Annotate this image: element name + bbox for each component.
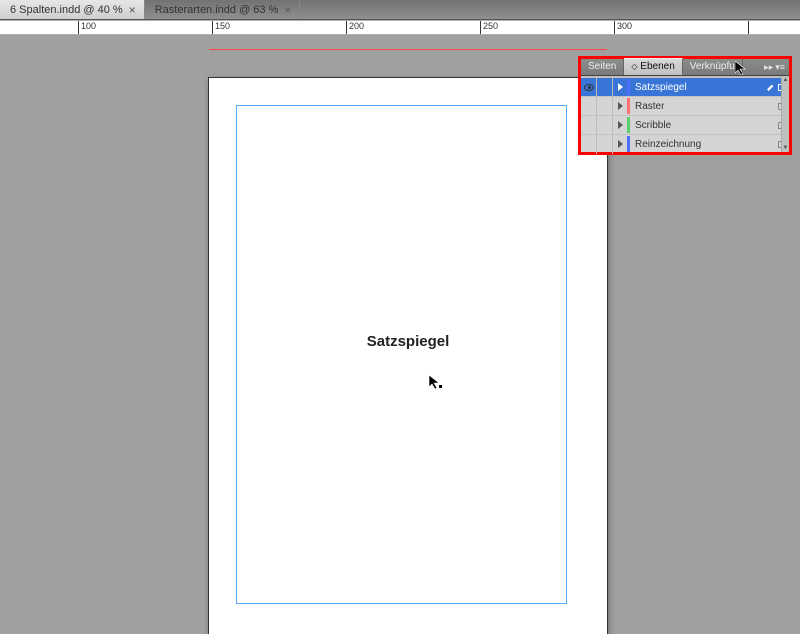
page-text[interactable]: Satzspiegel <box>209 333 607 350</box>
disclosure-icon[interactable] <box>618 121 623 129</box>
layer-row-satzspiegel[interactable]: Satzspiegel <box>581 77 789 96</box>
panel-scrollbar[interactable]: ▲ ▼ <box>781 76 789 152</box>
text-frame[interactable] <box>236 105 567 604</box>
layer-name: Reinzeichnung <box>635 139 778 150</box>
panel-tab-ebenen[interactable]: ◇ Ebenen <box>624 58 682 75</box>
eye-icon <box>584 84 594 91</box>
lock-toggle[interactable] <box>597 78 613 97</box>
visibility-toggle[interactable] <box>581 116 597 135</box>
panel-tab-bar: Seiten ◇ Ebenen Verknüpfu ▸▸ ▾≡ <box>581 59 789 76</box>
document-tab-bar: 6 Spalten.indd @ 40 % × Rasterarten.indd… <box>0 0 800 20</box>
layer-color-swatch <box>627 117 630 133</box>
layer-color-swatch <box>627 136 630 152</box>
close-icon[interactable]: × <box>129 4 136 16</box>
scroll-up-icon[interactable]: ▲ <box>782 76 789 84</box>
ruler-mark: 300 <box>615 21 645 31</box>
layer-row-reinzeichnung[interactable]: Reinzeichnung <box>581 134 789 153</box>
scroll-down-icon[interactable]: ▼ <box>782 144 789 152</box>
disclosure-icon[interactable] <box>618 140 623 148</box>
horizontal-ruler[interactable]: 100 150 200 250 300 <box>0 20 800 35</box>
panel-tab-verknuepfungen[interactable]: Verknüpfu <box>683 59 743 75</box>
disclosure-icon[interactable] <box>618 83 623 91</box>
document-tab-6spalten[interactable]: 6 Spalten.indd @ 40 % × <box>0 0 145 19</box>
bleed-line <box>209 49 607 50</box>
document-tab-label: 6 Spalten.indd @ 40 % <box>10 4 123 16</box>
ruler-mark: 250 <box>481 21 511 31</box>
layers-panel: Seiten ◇ Ebenen Verknüpfu ▸▸ ▾≡ Satzspie… <box>578 56 792 155</box>
visibility-toggle[interactable] <box>581 97 597 116</box>
panel-tab-seiten[interactable]: Seiten <box>581 59 624 75</box>
lock-toggle[interactable] <box>597 97 613 116</box>
layer-row-raster[interactable]: Raster <box>581 96 789 115</box>
layer-color-swatch <box>627 79 630 95</box>
layers-list: Satzspiegel Raster Scribble Reinzeichnun… <box>581 76 789 152</box>
document-tab-label: Rasterarten.indd @ 63 % <box>155 4 279 16</box>
lock-toggle[interactable] <box>597 116 613 135</box>
visibility-toggle[interactable] <box>581 135 597 154</box>
collapse-icon[interactable]: ▸▸ <box>764 60 773 74</box>
close-icon[interactable]: × <box>284 4 291 16</box>
visibility-toggle[interactable] <box>581 78 597 97</box>
layer-name: Raster <box>635 101 778 112</box>
layer-name: Scribble <box>635 120 778 131</box>
document-page[interactable]: Satzspiegel <box>209 78 607 634</box>
layer-row-scribble[interactable]: Scribble <box>581 115 789 134</box>
ruler-mark: 150 <box>213 21 243 31</box>
layer-name: Satzspiegel <box>635 82 767 93</box>
layer-color-swatch <box>627 98 630 114</box>
pen-icon <box>767 83 775 91</box>
ruler-mark: 200 <box>347 21 377 31</box>
panel-menu-icon[interactable]: ▾≡ <box>775 60 785 74</box>
document-tab-rasterarten[interactable]: Rasterarten.indd @ 63 % × <box>145 0 301 19</box>
lock-toggle[interactable] <box>597 135 613 154</box>
panel-controls: ▸▸ ▾≡ <box>764 59 789 75</box>
disclosure-icon[interactable] <box>618 102 623 110</box>
panel-tab-label: Ebenen <box>640 61 674 72</box>
ruler-mark: 100 <box>79 21 109 31</box>
